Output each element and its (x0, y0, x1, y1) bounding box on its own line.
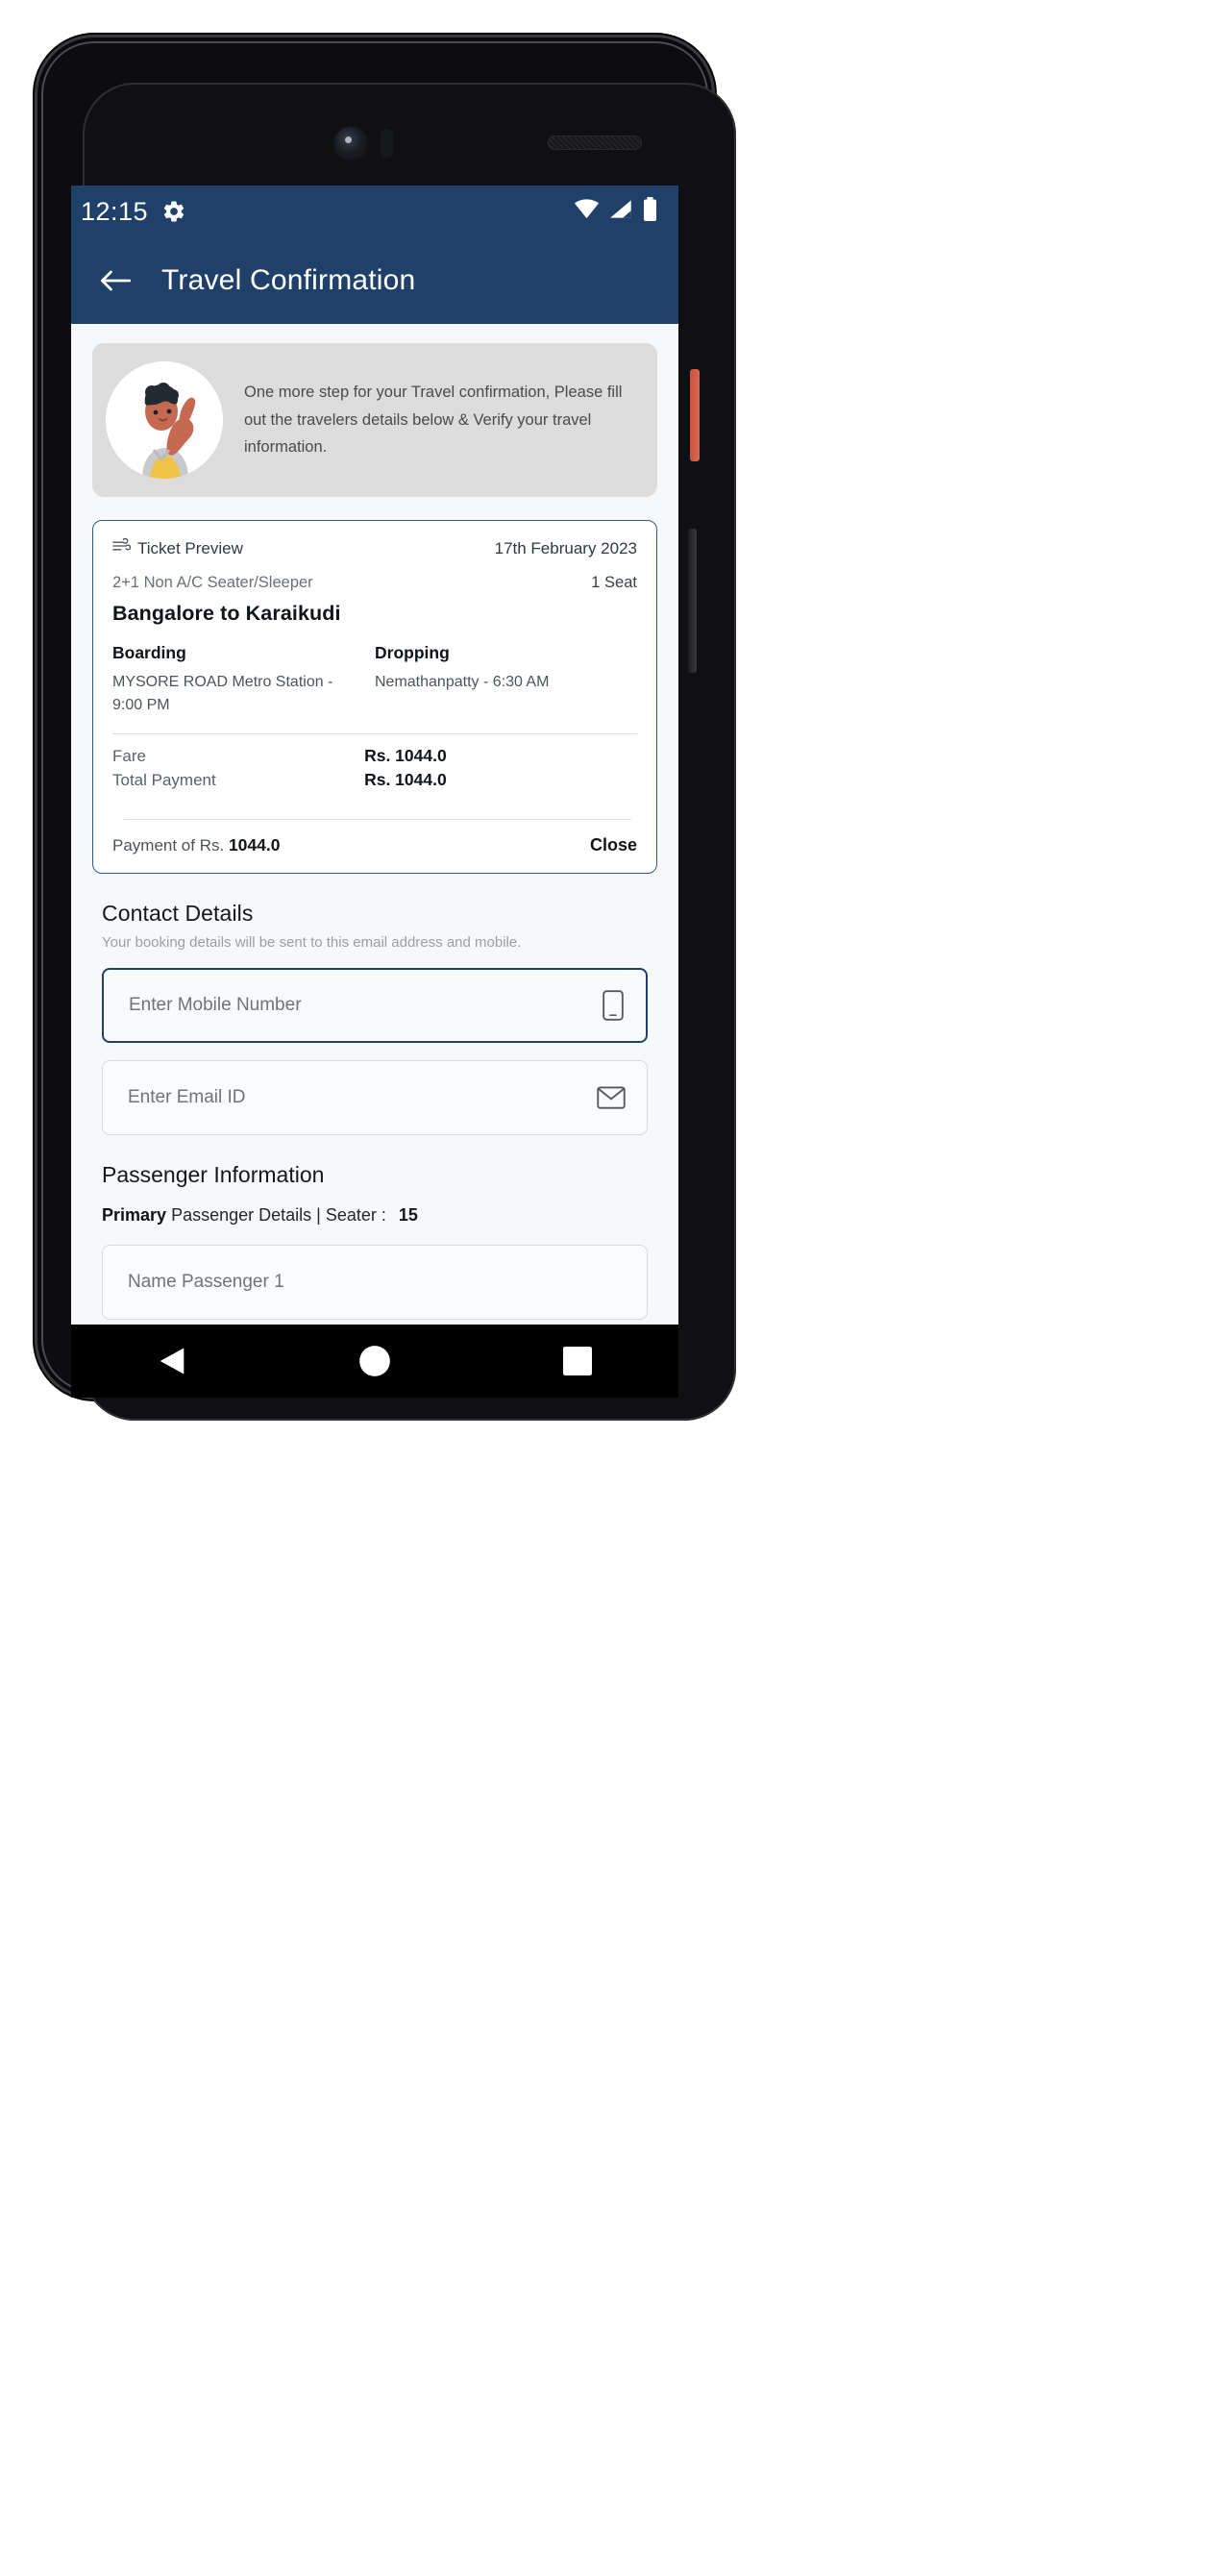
total-payment-value: Rs. 1044.0 (364, 769, 447, 789)
ticket-preview-label-group: Ticket Preview (112, 537, 243, 558)
mobile-number-placeholder: Enter Mobile Number (129, 994, 302, 1015)
front-camera-icon (334, 127, 367, 160)
page-content: One more step for your Travel confirmati… (71, 324, 678, 1325)
traveler-illustration (106, 361, 223, 479)
back-arrow-icon[interactable] (94, 260, 136, 302)
android-navigation-bar (71, 1325, 678, 1398)
contact-details-subtitle: Your booking details will be sent to thi… (102, 933, 522, 951)
ticket-preview-card: Ticket Preview 17th February 2023 2+1 No… (92, 520, 657, 874)
fare-value: Rs. 1044.0 (364, 745, 447, 765)
dropping-label: Dropping (375, 643, 450, 662)
ticket-preview-text: Ticket Preview (137, 538, 243, 557)
status-bar-clock: 12:15 (81, 196, 149, 226)
payment-prefix: Payment of Rs. (112, 835, 225, 855)
primary-passenger-line: Primary Passenger Details | Seater : 15 (102, 1205, 657, 1226)
status-bar: 12:15 (71, 186, 678, 237)
mobile-phone-icon (602, 989, 625, 1021)
contact-details-heading: Contact Details (102, 900, 254, 926)
payment-amount: 1044.0 (228, 834, 281, 855)
divider (124, 818, 631, 820)
wifi-icon (574, 199, 600, 224)
passenger-name-input[interactable]: Name Passenger 1 (102, 1244, 648, 1320)
email-placeholder: Enter Email ID (128, 1086, 246, 1107)
close-button[interactable]: Close (590, 835, 637, 855)
info-banner-text: One more step for your Travel confirmati… (244, 384, 623, 457)
app-bar: Travel Confirmation (71, 237, 678, 324)
bus-type: 2+1 Non A/C Seater/Sleeper (112, 574, 313, 591)
seat-number: 15 (398, 1204, 418, 1225)
boarding-column: Boarding MYSORE ROAD Metro Station - 9:0… (112, 643, 375, 718)
fare-label: Fare (112, 746, 146, 765)
dropping-value: Nemathanpatty - 6:30 AM (375, 674, 550, 690)
cellular-signal-icon (609, 199, 633, 224)
passenger-name-placeholder: Name Passenger 1 (128, 1271, 284, 1292)
fare-row: Fare Rs. 1044.0 (112, 746, 637, 766)
envelope-icon (597, 1086, 626, 1109)
volume-button[interactable] (688, 529, 697, 673)
divider (112, 732, 637, 734)
info-banner: One more step for your Travel confirmati… (92, 343, 657, 497)
route-title: Bangalore to Karaikudi (112, 602, 341, 625)
email-input[interactable]: Enter Email ID (102, 1059, 648, 1135)
boarding-label: Boarding (112, 643, 186, 662)
dropping-column: Dropping Nemathanpatty - 6:30 AM (375, 643, 637, 718)
boarding-value: MYSORE ROAD Metro Station - 9:00 PM (112, 674, 333, 714)
passenger-information-heading: Passenger Information (102, 1161, 325, 1187)
nav-home-circle-icon[interactable] (346, 1332, 404, 1390)
proximity-sensor-icon (381, 129, 393, 158)
passenger-details-label: Passenger Details | Seater : (171, 1204, 386, 1225)
primary-label: Primary (102, 1204, 167, 1225)
battery-icon (643, 197, 657, 226)
earpiece-speaker (548, 136, 642, 150)
gear-icon (161, 199, 186, 224)
nav-back-triangle-icon[interactable] (143, 1332, 201, 1390)
payment-summary-row: Payment of Rs. 1044.0 Close (112, 833, 637, 857)
mobile-number-input[interactable]: Enter Mobile Number (102, 967, 648, 1043)
boarding-dropping-section: Boarding MYSORE ROAD Metro Station - 9:0… (112, 643, 637, 718)
power-button[interactable] (690, 369, 700, 461)
phone-screen: 12:15 Travel Confirmation One more step … (71, 186, 678, 1325)
page-title: Travel Confirmation (161, 264, 416, 296)
seat-count: 1 Seat (591, 574, 637, 591)
total-payment-label: Total Payment (112, 770, 216, 789)
ticket-date: 17th February 2023 (494, 539, 637, 557)
status-bar-icons (574, 197, 657, 226)
payment-summary-text: Payment of Rs. 1044.0 (112, 835, 280, 855)
ticket-card-header: Ticket Preview 17th February 2023 (112, 537, 637, 558)
total-payment-row: Total Payment Rs. 1044.0 (112, 770, 637, 790)
bus-icon (112, 537, 132, 558)
ticket-bus-row: 2+1 Non A/C Seater/Sleeper 1 Seat (112, 558, 637, 592)
nav-recents-square-icon[interactable] (549, 1332, 606, 1390)
